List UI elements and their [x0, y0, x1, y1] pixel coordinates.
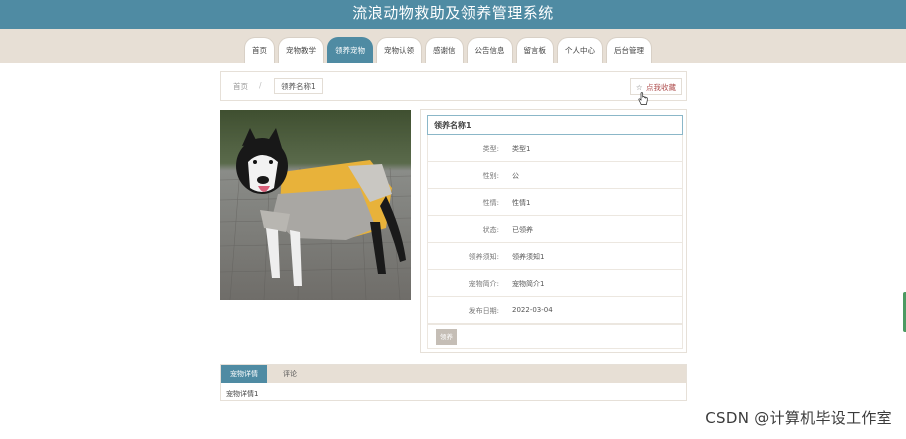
breadcrumb-separator: /	[259, 81, 262, 90]
field-value: 公	[512, 172, 519, 180]
nav-tab-announcements[interactable]: 公告信息	[466, 37, 513, 63]
field-label: 类型:	[482, 145, 499, 153]
info-row-status: 状态: 已领养	[427, 216, 683, 243]
nav-tab-adopt-pets[interactable]: 领养宠物	[327, 37, 373, 63]
nav-tab-thank-you-letters[interactable]: 感谢信	[425, 37, 464, 63]
adopt-row: 领养	[427, 324, 683, 349]
pet-info-panel: 领养名称1 类型: 类型1 性别: 公 性情: 性情1 状态: 已领养 领养须知…	[420, 109, 687, 353]
nav-tab-pet-teaching[interactable]: 宠物教学	[278, 37, 324, 63]
field-value: 性情1	[512, 199, 531, 207]
nav-tab-pet-claim[interactable]: 宠物认领	[376, 37, 422, 63]
field-value: 2022-03-04	[512, 306, 553, 314]
nav-tab-home[interactable]: 首页	[244, 37, 275, 63]
info-row-type: 类型: 类型1	[427, 135, 683, 162]
site-title: 流浪动物救助及领养管理系统	[352, 4, 554, 22]
tab-comments[interactable]: 评论	[283, 365, 297, 383]
favorite-button-label: 点我收藏	[646, 83, 676, 92]
pet-photo	[220, 110, 411, 300]
star-icon: ☆	[635, 83, 643, 92]
field-label: 性别:	[482, 172, 499, 180]
field-label: 性情:	[482, 199, 499, 207]
breadcrumb-home-link[interactable]: 首页	[233, 81, 248, 92]
info-row-publish-date: 发布日期: 2022-03-04	[427, 297, 683, 324]
info-row-gender: 性别: 公	[427, 162, 683, 189]
field-value: 类型1	[512, 145, 531, 153]
field-value: 已领养	[512, 226, 533, 234]
info-row-adoption-notice: 领养须知: 领养须知1	[427, 243, 683, 270]
nav-tabs: 首页 宠物教学 领养宠物 宠物认领 感谢信 公告信息 留言板 个人中心 后台管理	[244, 37, 652, 63]
nav-tab-personal-center[interactable]: 个人中心	[557, 37, 603, 63]
field-value: 领养须知1	[512, 253, 545, 261]
nav-tab-admin[interactable]: 后台管理	[606, 37, 652, 63]
breadcrumb: 首页 / 领养名称1 ☆ 点我收藏	[220, 71, 687, 101]
field-label: 发布日期:	[468, 307, 499, 315]
nav-tab-message-board[interactable]: 留言板	[515, 37, 554, 63]
adopt-button[interactable]: 领养	[436, 329, 457, 345]
field-label: 宠物简介:	[468, 280, 499, 288]
tab-content: 宠物详情1	[226, 390, 259, 398]
info-row-temperament: 性情: 性情1	[427, 189, 683, 216]
watermark: CSDN @计算机毕设工作室	[705, 409, 892, 427]
field-label: 状态:	[482, 226, 499, 234]
field-label: 领养须知:	[468, 253, 499, 261]
pet-info-title: 领养名称1	[427, 115, 683, 135]
tab-pet-details[interactable]: 宠物详情	[221, 365, 267, 383]
info-row-pet-intro: 宠物简介: 宠物简介1	[427, 270, 683, 297]
field-value: 宠物简介1	[512, 280, 545, 288]
breadcrumb-current: 领养名称1	[274, 78, 323, 94]
detail-tabs: 宠物详情 评论 宠物详情1	[220, 364, 687, 401]
hand-cursor-icon	[638, 92, 648, 105]
